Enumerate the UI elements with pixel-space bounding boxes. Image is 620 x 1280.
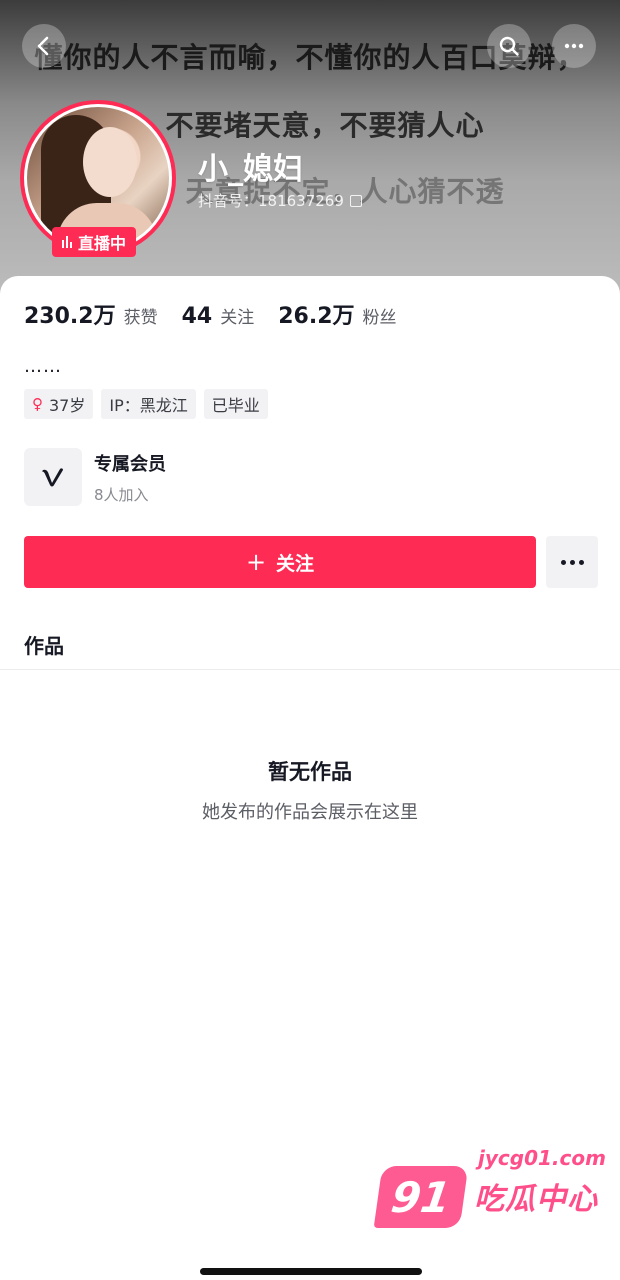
live-badge[interactable]: 直播中 [52,227,137,257]
stat-label: 获赞 [123,308,158,328]
empty-state-subtitle: 她发布的作品会展示在这里 [202,802,418,823]
divider [0,669,620,670]
member-title: 专属会员 [94,453,166,475]
education-text: 已毕业 [211,396,260,415]
watermark-logo: 91 [373,1166,469,1228]
exclusive-member-entry[interactable]: 专属会员 8人加入 [24,448,166,506]
education-tag: 已毕业 [203,389,268,419]
stat-number: 26.2万 [278,304,355,329]
tab-works[interactable]: 作品 [24,630,64,659]
douyin-id[interactable]: 抖音号：181637269 [198,190,362,211]
chevron-left-icon [37,36,49,56]
ip-tag: IP：黑龙江 [101,389,196,419]
stat-followers[interactable]: 26.2万 粉丝 [278,298,396,330]
home-indicator[interactable] [200,1268,422,1275]
profile-tags: ♀ 37岁 IP：黑龙江 已毕业 [24,389,268,419]
douyin-id-text: 抖音号：181637269 [198,192,344,210]
nickname: 小_媳妇 [198,152,303,187]
stat-number: 230.2万 [24,304,116,329]
age-text: 37岁 [49,396,86,415]
follow-label: 关注 [276,552,315,575]
stats-row: 230.2万 获赞 44 关注 26.2万 粉丝 [24,298,421,330]
profile-banner: 懂你的人不言而喻，不懂你的人百口莫辩， 不要堵天意，不要猜人心 天意捉不定，人心… [0,0,620,300]
search-icon [499,36,519,56]
back-button[interactable] [22,24,66,68]
empty-state-title: 暂无作品 [268,760,352,784]
watermark-url: jycg01.com [478,1146,606,1170]
copy-icon[interactable] [349,194,362,207]
more-options-button[interactable] [552,24,596,68]
more-horizontal-icon [564,43,584,49]
stat-label: 粉丝 [362,308,397,328]
member-subtitle: 8人加入 [94,485,149,504]
more-actions-button[interactable] [546,536,598,588]
age-tag: ♀ 37岁 [24,389,94,419]
live-badge-label: 直播中 [78,234,127,253]
stat-following[interactable]: 44 关注 [182,303,255,329]
stat-number: 44 [181,304,213,329]
plus-icon: + [245,548,267,576]
watermark-text: 吃瓜中心 [474,1182,598,1217]
female-icon: ♀ [32,395,43,413]
search-button[interactable] [487,24,531,68]
stat-label: 关注 [220,308,255,328]
live-bars-icon [62,236,72,248]
follow-button[interactable]: + 关注 [24,536,536,588]
member-v-icon [24,448,82,506]
ip-text: IP：黑龙江 [109,396,188,415]
profile-card: 230.2万 获赞 44 关注 26.2万 粉丝 …… ♀ 37岁 IP：黑龙江… [0,276,620,1280]
stat-likes[interactable]: 230.2万 获赞 [24,298,158,330]
bio-text: …… [24,356,62,377]
